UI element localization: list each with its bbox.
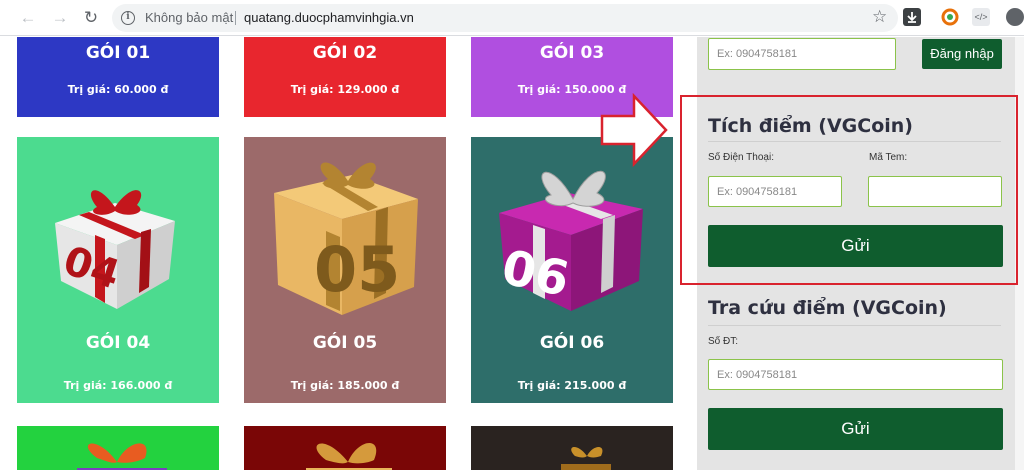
package-price: Trị giá: 166.000 đ bbox=[63, 379, 173, 392]
gift-box-05-image: 05 bbox=[274, 162, 418, 315]
package-card-09[interactable] bbox=[471, 426, 673, 470]
package-price: Trị giá: 185.000 đ bbox=[290, 379, 400, 392]
security-label: Không bảo mật bbox=[145, 10, 234, 25]
package-title: GÓI 04 bbox=[85, 333, 151, 353]
package-price: Trị giá: 129.000 đ bbox=[290, 83, 400, 96]
arrow-right-icon bbox=[600, 92, 668, 168]
placeholder-text: Ex: 0904758181 bbox=[717, 48, 798, 60]
profile-icon[interactable] bbox=[1006, 8, 1024, 26]
extension-icon[interactable] bbox=[941, 8, 959, 26]
forward-icon[interactable]: → bbox=[50, 8, 70, 28]
login-phone-input[interactable]: Ex: 0904758181 bbox=[708, 38, 896, 70]
package-card-01[interactable]: GÓI 01 Trị giá: 60.000 đ bbox=[17, 37, 219, 117]
info-icon[interactable]: i bbox=[121, 11, 135, 25]
divider bbox=[708, 325, 1001, 326]
package-title: GÓI 05 bbox=[312, 333, 378, 353]
address-bar[interactable]: i Không bảo mật quatang.duocphamvinhgia.… bbox=[112, 4, 898, 32]
package-card-06[interactable]: 06 GÓI 06 Trị giá: 215.000 đ bbox=[471, 137, 673, 403]
package-price: Trị giá: 60.000 đ bbox=[67, 83, 169, 96]
package-title: GÓI 06 bbox=[539, 333, 605, 353]
gift-box-image bbox=[561, 446, 611, 470]
package-card-04[interactable]: 04 GÓI 04 Trị giá: 166.000 đ bbox=[17, 137, 219, 403]
package-title: GÓI 03 bbox=[539, 43, 605, 63]
gift-box-06-image: 06 bbox=[497, 170, 643, 311]
reload-icon[interactable]: ↻ bbox=[81, 8, 101, 28]
lookup-submit-button[interactable]: Gửi bbox=[708, 408, 1003, 450]
package-card-02[interactable]: GÓI 02 Trị giá: 129.000 đ bbox=[244, 37, 446, 117]
download-icon[interactable] bbox=[903, 8, 921, 26]
back-icon[interactable]: ← bbox=[18, 8, 38, 28]
gift-box-image bbox=[77, 443, 167, 470]
package-price: Trị giá: 215.000 đ bbox=[517, 379, 627, 392]
package-card-05[interactable]: 05 GÓI 05 Trị giá: 185.000 đ bbox=[244, 137, 446, 403]
package-title: GÓI 02 bbox=[312, 43, 378, 63]
package-card-07[interactable] bbox=[17, 426, 219, 470]
package-title: GÓI 01 bbox=[85, 43, 151, 63]
login-button[interactable]: Đăng nhập bbox=[922, 39, 1002, 69]
lookup-phone-input[interactable]: Ex: 0904758181 bbox=[708, 359, 1003, 390]
package-grid: GÓI 01 Trị giá: 60.000 đ GÓI 02 Trị giá:… bbox=[0, 37, 680, 470]
star-icon[interactable]: ☆ bbox=[872, 7, 887, 27]
url-text[interactable]: quatang.duocphamvinhgia.vn bbox=[244, 10, 414, 25]
divider bbox=[235, 11, 236, 25]
gift-number: 05 bbox=[314, 233, 400, 306]
gift-box-04-image: 04 bbox=[55, 190, 175, 309]
gift-box-image bbox=[306, 442, 392, 470]
highlight-box bbox=[680, 95, 1018, 285]
browser-toolbar: ← → ↻ i Không bảo mật quatang.duocphamvi… bbox=[0, 0, 1024, 36]
package-card-08[interactable] bbox=[244, 426, 446, 470]
placeholder-text: Ex: 0904758181 bbox=[717, 368, 798, 381]
lookup-points-title: Tra cứu điểm (VGCoin) bbox=[708, 297, 947, 319]
lookup-phone-label: Số ĐT: bbox=[708, 336, 739, 347]
code-icon[interactable]: </> bbox=[972, 8, 990, 26]
